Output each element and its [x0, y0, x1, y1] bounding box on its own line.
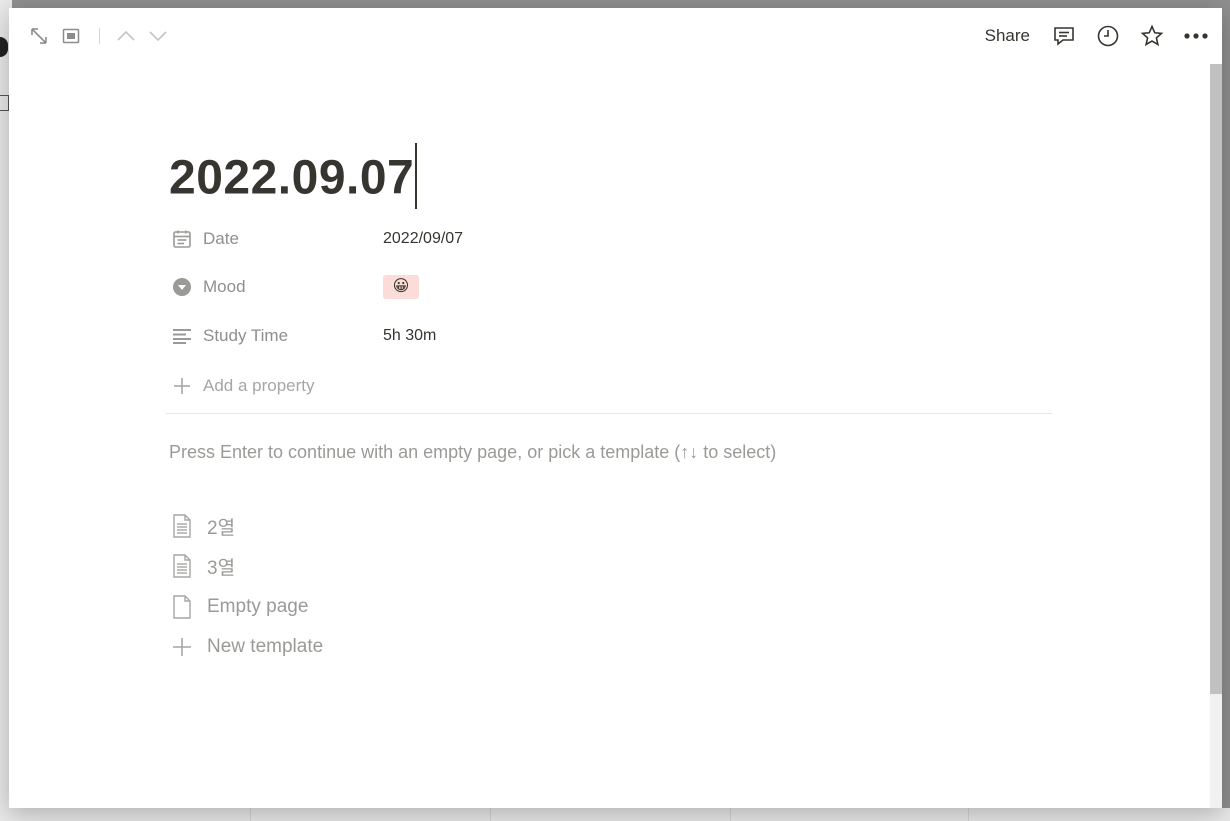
property-label: Mood	[203, 277, 246, 296]
template-item-3col[interactable]: 3열	[171, 551, 235, 581]
calendar-icon	[171, 228, 193, 250]
comment-icon[interactable]	[1050, 22, 1078, 50]
page-title-text[interactable]: 2022.09.07	[169, 152, 414, 205]
plus-icon	[171, 634, 193, 660]
property-row-date[interactable]: Date 2022/09/07	[171, 222, 1051, 256]
text-lines-icon	[171, 325, 193, 347]
plus-icon	[171, 375, 193, 397]
toolbar-divider	[99, 28, 100, 44]
property-name-date[interactable]: Date	[171, 228, 383, 250]
template-item-2col[interactable]: 2열	[171, 511, 235, 541]
mood-emoji: 😀	[392, 278, 410, 295]
background-table-edge	[0, 808, 1230, 821]
add-property-button[interactable]: Add a property	[171, 375, 315, 397]
empty-page-icon	[171, 594, 193, 620]
template-hint-text: Press Enter to continue with an empty pa…	[169, 442, 777, 462]
property-value-study-time[interactable]: 5h 30m	[383, 327, 436, 345]
template-item-empty-page[interactable]: Empty page	[171, 592, 308, 622]
chevron-up-icon[interactable]	[114, 24, 138, 48]
chevron-down-icon[interactable]	[146, 24, 170, 48]
property-row-mood[interactable]: Mood 😀	[171, 270, 1051, 304]
template-label: 2열	[207, 517, 236, 539]
property-row-study-time[interactable]: Study Time 5h 30m	[171, 319, 1051, 353]
property-name-mood[interactable]: Mood	[171, 276, 383, 298]
peek-mode-icon[interactable]	[59, 24, 83, 48]
add-property-label: Add a property	[203, 376, 315, 395]
document-icon	[171, 513, 193, 539]
background-avatar	[0, 37, 8, 57]
page-modal: Share 2022.09.07 Date 2022/09/07 Mood 😀 …	[9, 8, 1222, 808]
more-icon[interactable]	[1182, 22, 1210, 50]
page-title[interactable]: 2022.09.07	[169, 143, 418, 214]
template-item-new-template[interactable]: New template	[171, 632, 323, 662]
property-divider	[166, 413, 1052, 414]
star-icon[interactable]	[1138, 22, 1166, 50]
scrollbar-thumb[interactable]	[1210, 64, 1222, 694]
property-label: Date	[203, 229, 239, 248]
property-name-study-time[interactable]: Study Time	[171, 325, 383, 347]
document-icon	[171, 553, 193, 579]
template-label: 3열	[207, 557, 236, 579]
property-value-mood[interactable]: 😀	[383, 275, 419, 299]
property-value-date[interactable]: 2022/09/07	[383, 230, 463, 248]
text-caret	[415, 143, 418, 209]
template-label: New template	[207, 636, 324, 657]
share-button[interactable]: Share	[985, 26, 1030, 46]
property-label: Study Time	[203, 326, 289, 345]
expand-icon[interactable]	[27, 24, 51, 48]
modal-topbar: Share	[9, 8, 1222, 64]
template-label: Empty page	[207, 596, 309, 617]
mood-tag[interactable]: 😀	[383, 275, 419, 299]
select-icon	[171, 276, 193, 298]
clock-icon[interactable]	[1094, 22, 1122, 50]
background-icon	[0, 95, 9, 111]
